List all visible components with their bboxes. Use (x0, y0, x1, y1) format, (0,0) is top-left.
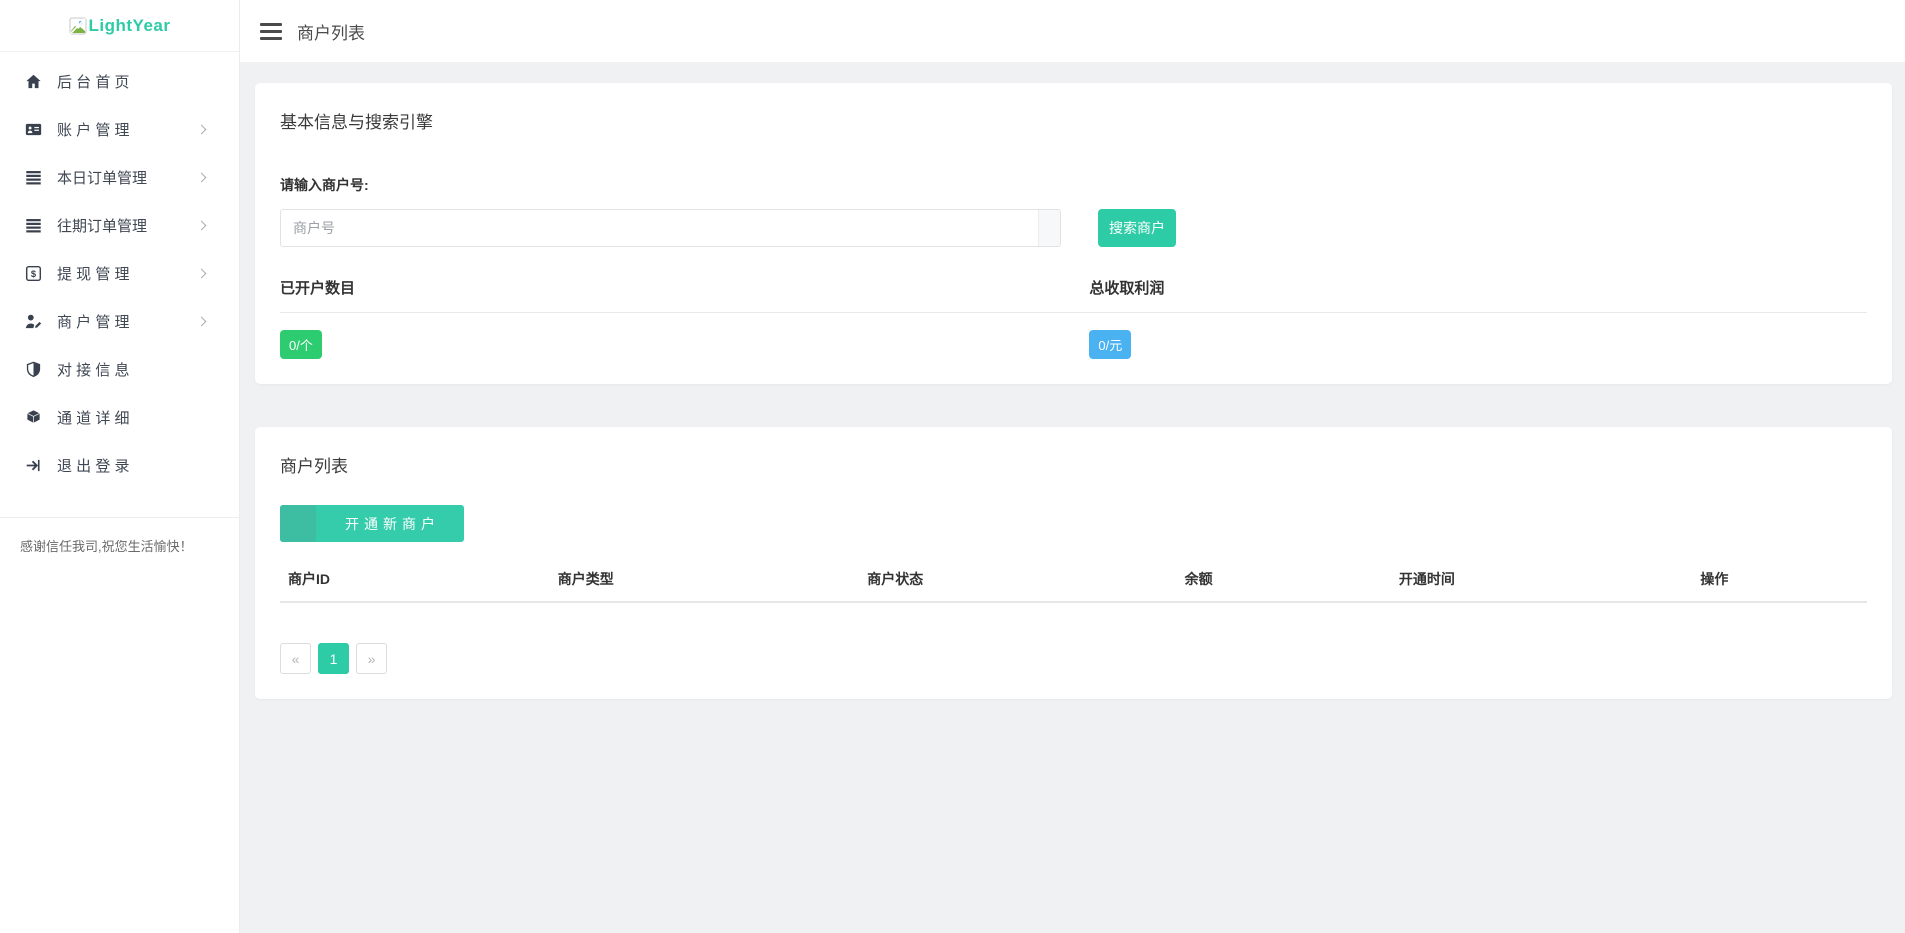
shield-icon (24, 360, 42, 378)
svg-text:$: $ (30, 269, 36, 279)
sidebar-footer-note: 感谢信任我司,祝您生活愉快！ (0, 517, 239, 573)
col-merchant-type: 商户类型 (550, 559, 859, 602)
menu-toggle-icon[interactable] (260, 23, 282, 40)
home-icon (24, 72, 42, 90)
topbar: 商户列表 (240, 0, 1905, 62)
app-root: LightYear 后 台 首 页 账 户 管 理 (0, 0, 1905, 933)
open-new-merchant-label: 开通新商户 (316, 505, 464, 542)
merchant-table-header-row: 商户ID 商户类型 商户状态 余额 开通时间 操作 (280, 559, 1867, 602)
total-profit-badge: 0/元 (1089, 330, 1131, 359)
withdraw-icon: $ (24, 264, 42, 282)
sidebar-item-channels[interactable]: 通 道 详 细 (0, 393, 239, 441)
pagination-next-button[interactable]: » (356, 643, 387, 674)
sidebar-item-label: 对 接 信 息 (57, 359, 130, 380)
col-balance: 余额 (1177, 559, 1391, 602)
col-merchant-status: 商户状态 (859, 559, 1176, 602)
sidebar-item-label: 账 户 管 理 (57, 119, 130, 140)
button-accent-block (280, 505, 316, 542)
merchant-table: 商户ID 商户类型 商户状态 余额 开通时间 操作 (280, 559, 1867, 603)
merchant-id-label: 请输入商户号: (280, 175, 1867, 195)
chevron-right-icon (197, 317, 207, 327)
merchant-id-input[interactable] (281, 210, 1038, 246)
sidebar-item-home[interactable]: 后 台 首 页 (0, 57, 239, 105)
sidebar-item-logout[interactable]: 退 出 登 录 (0, 441, 239, 489)
order-list-icon (24, 168, 42, 186)
search-card: 基本信息与搜索引擎 请输入商户号: 搜索商户 已开户数目 总收取利润 0/个 0… (255, 83, 1892, 384)
pagination-page-1-button[interactable]: 1 (318, 643, 349, 674)
sidebar-item-label: 退 出 登 录 (57, 455, 130, 476)
logout-icon (24, 456, 42, 474)
open-new-merchant-button[interactable]: 开通新商户 (280, 505, 464, 542)
sidebar-item-merchants[interactable]: 商 户 管 理 (0, 297, 239, 345)
content-area: 基本信息与搜索引擎 请输入商户号: 搜索商户 已开户数目 总收取利润 0/个 0… (240, 62, 1905, 933)
merchant-icon (24, 312, 42, 330)
search-merchant-button[interactable]: 搜索商户 (1098, 209, 1176, 247)
search-card-title: 基本信息与搜索引擎 (280, 108, 1867, 133)
stats-header-row: 已开户数目 总收取利润 (280, 277, 1867, 313)
sidebar-item-label: 后 台 首 页 (57, 71, 130, 92)
sidebar-item-label: 通 道 详 细 (57, 407, 130, 428)
sidebar-item-label: 往期订单管理 (57, 215, 147, 236)
opened-accounts-badge: 0/个 (280, 330, 322, 359)
sidebar-item-accounts[interactable]: 账 户 管 理 (0, 105, 239, 153)
brand-name: LightYear (89, 16, 171, 36)
order-list-icon (24, 216, 42, 234)
broken-image-icon (69, 17, 87, 35)
chevron-right-icon (197, 269, 207, 279)
sidebar-item-label: 提 现 管 理 (57, 263, 130, 284)
main-column: 商户列表 基本信息与搜索引擎 请输入商户号: 搜索商户 已开户数目 总收取利润 (240, 0, 1905, 933)
col-open-time: 开通时间 (1391, 559, 1693, 602)
total-profit-label: 总收取利润 (1089, 277, 1867, 298)
chevron-right-icon (197, 221, 207, 231)
merchant-list-title: 商户列表 (280, 452, 1867, 477)
pagination-prev-button[interactable]: « (280, 643, 311, 674)
brand-logo[interactable]: LightYear (0, 0, 239, 52)
input-addon (1038, 210, 1060, 246)
col-merchant-id: 商户ID (280, 559, 550, 602)
sidebar: LightYear 后 台 首 页 账 户 管 理 (0, 0, 240, 933)
sidebar-item-label: 商 户 管 理 (57, 311, 130, 332)
sidebar-item-today-orders[interactable]: 本日订单管理 (0, 153, 239, 201)
page-title: 商户列表 (297, 19, 365, 44)
merchant-id-input-group (280, 209, 1061, 247)
sidebar-nav: 后 台 首 页 账 户 管 理 本日订单管理 (0, 52, 239, 489)
chevron-right-icon (197, 173, 207, 183)
cube-icon (24, 408, 42, 426)
chevron-right-icon (197, 125, 207, 135)
sidebar-item-withdrawals[interactable]: $ 提 现 管 理 (0, 249, 239, 297)
stats-value-row: 0/个 0/元 (280, 313, 1867, 359)
col-actions: 操作 (1692, 559, 1867, 602)
sidebar-item-integration[interactable]: 对 接 信 息 (0, 345, 239, 393)
merchant-list-card: 商户列表 开通新商户 商户ID 商户类型 商户状态 (255, 427, 1892, 699)
opened-accounts-label: 已开户数目 (280, 277, 1089, 298)
sidebar-item-label: 本日订单管理 (57, 167, 147, 188)
pagination: « 1 » (280, 643, 1867, 674)
sidebar-item-past-orders[interactable]: 往期订单管理 (0, 201, 239, 249)
id-card-icon (24, 120, 42, 138)
